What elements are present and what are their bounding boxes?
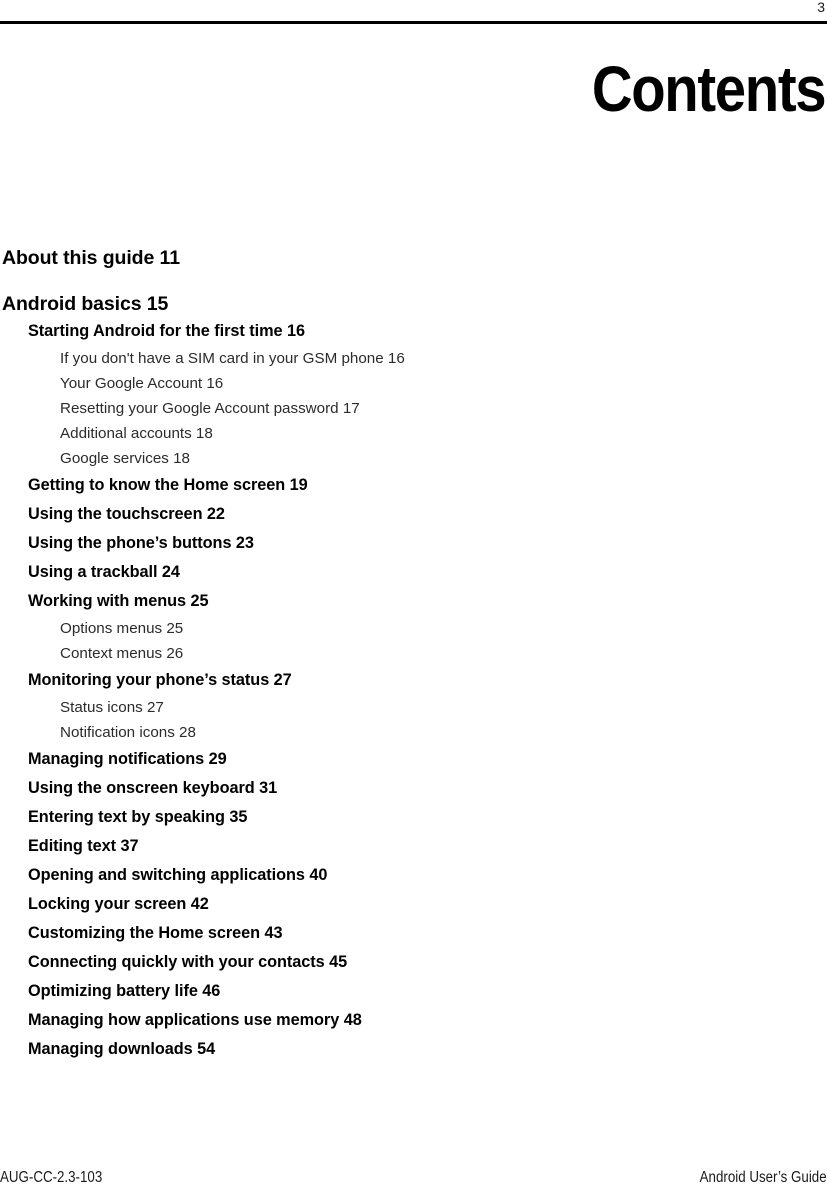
toc-entry-level-2[interactable]: Customizing the Home screen 43 <box>28 919 827 948</box>
toc-entry-level-2[interactable]: Managing how applications use memory 48 <box>28 1006 827 1035</box>
toc-entry-level-2[interactable]: Getting to know the Home screen 19 <box>28 471 827 500</box>
toc-entry-level-2[interactable]: Starting Android for the first time 16 <box>28 317 827 346</box>
toc-entry-level-1[interactable]: About this guide 11 <box>2 246 827 270</box>
toc-entry-level-3[interactable]: Additional accounts 18 <box>60 421 827 446</box>
page-number: 3 <box>817 0 825 15</box>
toc-entry-level-3[interactable]: If you don't have a SIM card in your GSM… <box>60 346 827 371</box>
toc-entry-level-1[interactable]: Android basics 15 <box>2 292 827 316</box>
toc-entry-level-2[interactable]: Opening and switching applications 40 <box>28 861 827 890</box>
toc-entry-level-2[interactable]: Editing text 37 <box>28 832 827 861</box>
toc-entry-level-2[interactable]: Using a trackball 24 <box>28 558 827 587</box>
page-footer: AUG-CC-2.3-103 Android User’s Guide <box>0 1166 827 1188</box>
toc-entry-level-3[interactable]: Options menus 25 <box>60 616 827 641</box>
footer-document-code: AUG-CC-2.3-103 <box>0 1169 103 1186</box>
page-header: 3 <box>0 0 827 24</box>
document-page: 3 Contents About this guide 11 Android ba… <box>0 0 827 1196</box>
toc-entry-level-2[interactable]: Using the phone’s buttons 23 <box>28 529 827 558</box>
footer-document-title: Android User’s Guide <box>700 1169 827 1186</box>
header-rule <box>0 21 827 24</box>
toc-entry-level-2[interactable]: Managing notifications 29 <box>28 745 827 774</box>
toc-entry-level-2[interactable]: Using the touchscreen 22 <box>28 500 827 529</box>
toc-entry-level-2[interactable]: Entering text by speaking 35 <box>28 803 827 832</box>
toc-entry-level-2[interactable]: Monitoring your phone’s status 27 <box>28 666 827 695</box>
toc-entry-level-2[interactable]: Managing downloads 54 <box>28 1035 827 1064</box>
toc-entry-level-2[interactable]: Using the onscreen keyboard 31 <box>28 774 827 803</box>
toc-entry-level-3[interactable]: Notification icons 28 <box>60 720 827 745</box>
toc-entry-level-3[interactable]: Your Google Account 16 <box>60 371 827 396</box>
toc-entry-level-2[interactable]: Optimizing battery life 46 <box>28 977 827 1006</box>
toc-entry-level-2[interactable]: Connecting quickly with your contacts 45 <box>28 948 827 977</box>
toc-entry-level-2[interactable]: Locking your screen 42 <box>28 890 827 919</box>
table-of-contents: About this guide 11 Android basics 15 Star… <box>0 246 827 1064</box>
page-title: Contents <box>591 53 827 125</box>
toc-entry-level-3[interactable]: Google services 18 <box>60 446 827 471</box>
toc-entry-level-3[interactable]: Resetting your Google Account password 1… <box>60 396 827 421</box>
toc-entry-level-2[interactable]: Working with menus 25 <box>28 587 827 616</box>
toc-entry-level-3[interactable]: Context menus 26 <box>60 641 827 666</box>
toc-entry-level-3[interactable]: Status icons 27 <box>60 695 827 720</box>
